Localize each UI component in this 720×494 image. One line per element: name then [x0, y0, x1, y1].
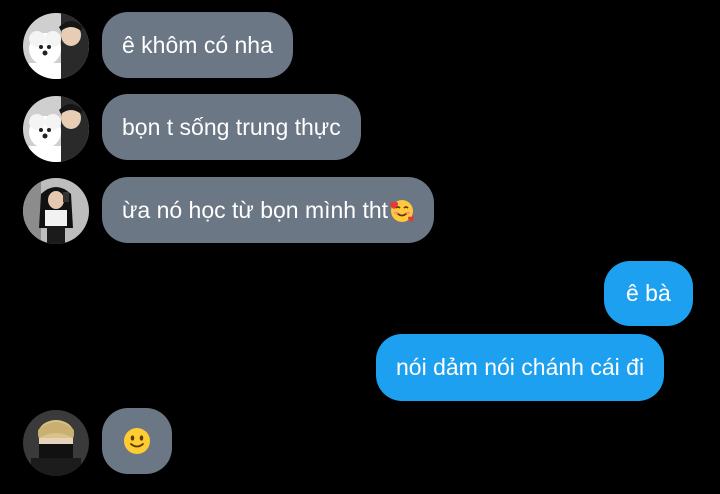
message-text: ê khôm có nha — [122, 31, 273, 58]
avatar-boy-with-dog[interactable] — [23, 13, 89, 79]
slightly-smiling-face-icon — [122, 426, 152, 456]
avatar-girl-mirror-selfie[interactable] — [23, 178, 89, 244]
message-bubble-incoming[interactable]: ê khôm có nha — [102, 12, 293, 78]
message-bubble-outgoing[interactable]: ê bà — [604, 261, 693, 326]
message-bubble-incoming[interactable] — [102, 408, 172, 474]
message-bubble-incoming[interactable]: ừa nó học từ bọn mình tht — [102, 177, 435, 243]
avatar-image — [23, 96, 89, 162]
avatar-boy-with-dog[interactable] — [23, 96, 89, 162]
avatar-image — [23, 13, 89, 79]
message-text: ê bà — [626, 280, 671, 306]
smiling-face-with-hearts-icon — [388, 196, 416, 224]
avatar-image — [23, 410, 89, 476]
message-text: nói dảm nói chánh cái đi — [396, 354, 645, 380]
message-text: ừa nó học từ bọn mình tht — [122, 196, 389, 223]
message-bubble-incoming[interactable]: bọn t sống trung thực — [102, 94, 361, 160]
avatar-masked-person[interactable] — [23, 410, 89, 476]
message-text: bọn t sống trung thực — [122, 113, 341, 140]
avatar-image — [23, 178, 89, 244]
message-bubble-outgoing[interactable]: nói dảm nói chánh cái đi — [376, 334, 665, 401]
